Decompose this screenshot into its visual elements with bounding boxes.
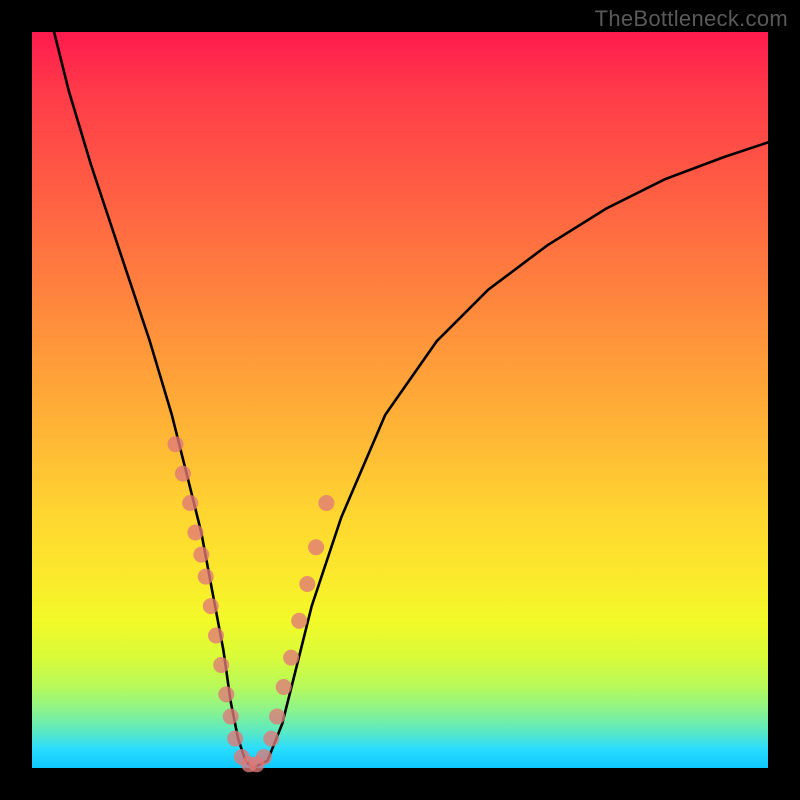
marker-dots	[168, 436, 335, 772]
marker-dot	[198, 569, 214, 585]
marker-dot	[213, 657, 229, 673]
chart-frame: TheBottleneck.com	[0, 0, 800, 800]
marker-dot	[299, 576, 315, 592]
marker-dot	[291, 613, 307, 629]
marker-dot	[223, 709, 239, 725]
marker-dot	[182, 495, 198, 511]
marker-dot	[256, 749, 272, 765]
watermark-text: TheBottleneck.com	[595, 6, 788, 32]
marker-dot	[208, 628, 224, 644]
marker-dot	[193, 547, 209, 563]
marker-dot	[168, 436, 184, 452]
marker-dot	[175, 466, 191, 482]
marker-dot	[276, 679, 292, 695]
marker-dot	[218, 686, 234, 702]
plot-area	[32, 32, 768, 768]
marker-dot	[263, 731, 279, 747]
marker-dot	[308, 539, 324, 555]
marker-dot	[203, 598, 219, 614]
bottleneck-curve	[54, 32, 768, 768]
marker-dot	[283, 650, 299, 666]
marker-dot	[227, 731, 243, 747]
curve-svg	[32, 32, 768, 768]
marker-dot	[318, 495, 334, 511]
marker-dot	[269, 709, 285, 725]
marker-dot	[187, 525, 203, 541]
